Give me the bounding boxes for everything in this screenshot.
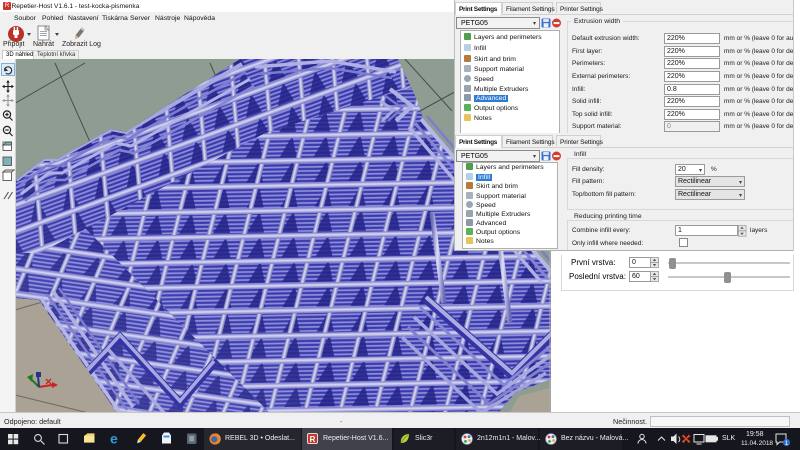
- svg-text:1: 1: [785, 440, 789, 447]
- svg-text:e: e: [110, 431, 118, 447]
